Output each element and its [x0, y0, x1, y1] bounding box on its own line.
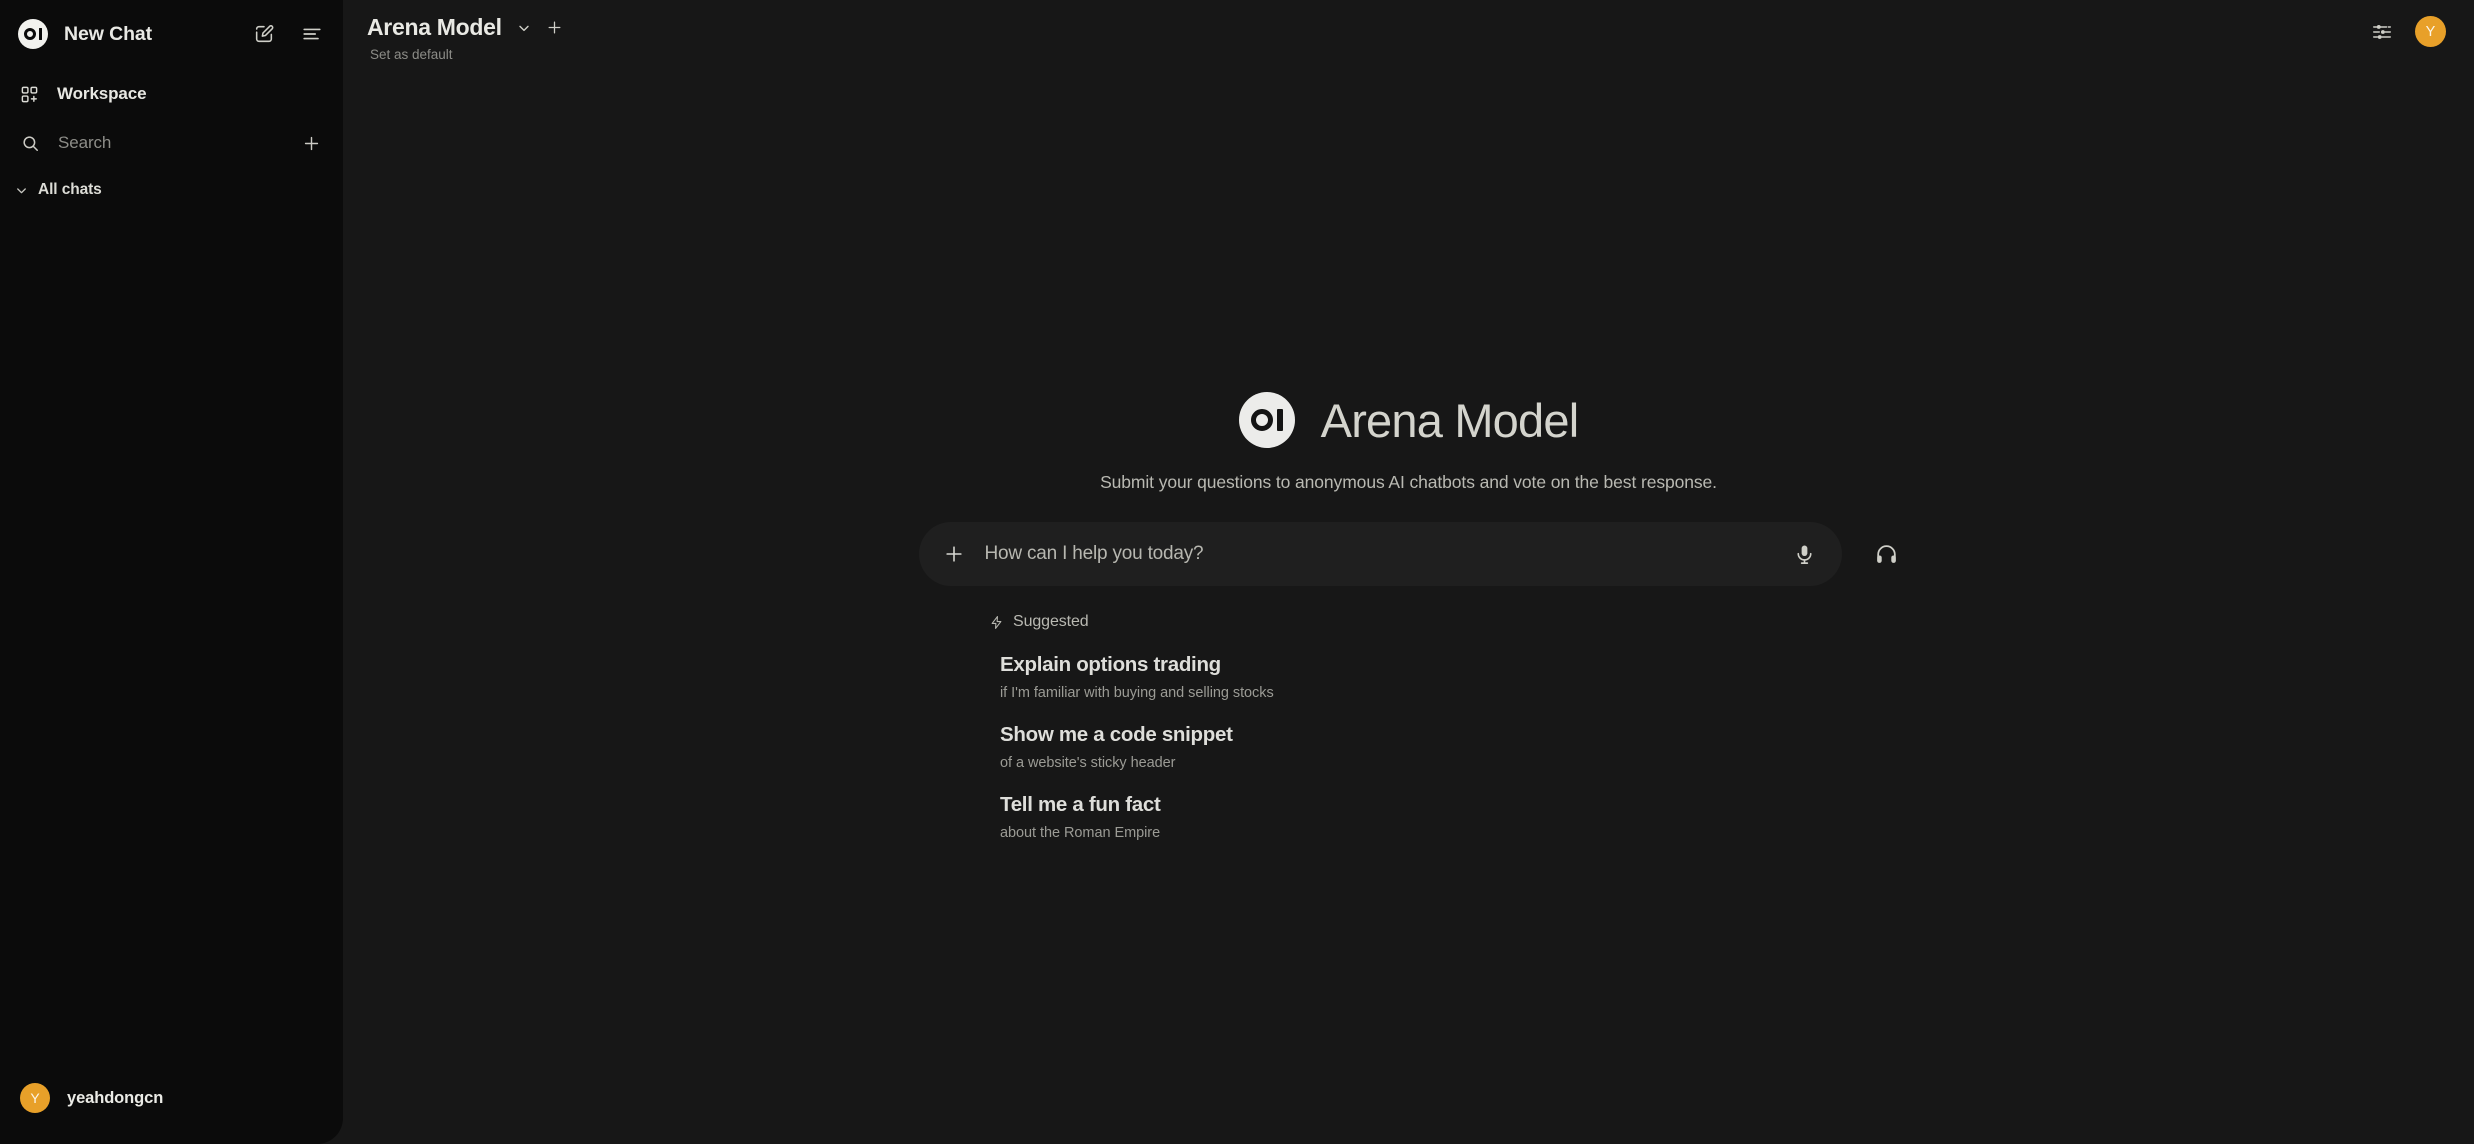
panel-lines-icon[interactable] [301, 23, 323, 45]
suggestion-item[interactable]: Explain options trading if I'm familiar … [989, 653, 1870, 701]
composer-row [918, 522, 1899, 586]
sidebar-header: New Chat [0, 0, 343, 68]
openwebui-logo-icon [18, 19, 48, 49]
sidebar-user-name: yeahdongcn [67, 1088, 164, 1107]
new-chat-plus-icon[interactable] [302, 134, 321, 153]
microphone-icon[interactable] [1793, 543, 1816, 566]
suggestion-title: Tell me a fun fact [1000, 793, 1161, 816]
suggestion-title: Explain options trading [1000, 653, 1221, 676]
suggestion-desc: if I'm familiar with buying and selling … [1000, 685, 1274, 701]
sidebar-item-workspace-label: Workspace [57, 84, 147, 103]
sidebar-search-row[interactable] [0, 120, 343, 166]
welcome-panel: Arena Model Submit your questions to ano… [343, 0, 2474, 1144]
suggestion-item[interactable]: Tell me a fun fact about the Roman Empir… [989, 793, 1870, 841]
hero-title: Arena Model [1320, 393, 1579, 447]
pencil-square-icon[interactable] [253, 23, 275, 45]
sidebar-user[interactable]: Y yeahdongcn [0, 1066, 343, 1130]
message-input[interactable] [984, 543, 1779, 565]
attach-plus-icon[interactable] [943, 543, 965, 565]
suggested-section: Suggested Explain options trading if I'm… [947, 613, 1870, 841]
new-chat-title: New Chat [64, 22, 153, 45]
suggestion-desc: about the Roman Empire [1000, 825, 1161, 841]
avatar: Y [20, 1083, 50, 1113]
suggested-label: Suggested [1013, 613, 1089, 630]
sidebar-header-actions [253, 23, 323, 45]
suggestion-title: Show me a code snippet [1000, 723, 1233, 746]
chevron-down-icon [14, 183, 29, 198]
suggestion-desc: of a website's sticky header [1000, 755, 1176, 771]
sidebar: New Chat Workspace Search All chats Y ye… [0, 0, 343, 1144]
headphones-icon[interactable] [1874, 542, 1899, 567]
lightning-bolt-icon [989, 615, 1004, 630]
sidebar-all-chats-label: All chats [38, 181, 102, 198]
openwebui-logo-icon [1238, 392, 1295, 448]
message-composer[interactable] [918, 522, 1842, 586]
sidebar-item-workspace[interactable]: Workspace [0, 74, 343, 114]
main-area: Arena Model Set as default Y Arena Model… [343, 0, 2474, 1144]
search-icon [21, 134, 40, 153]
search-input[interactable] [58, 133, 302, 153]
hero-heading: Arena Model [1238, 392, 1579, 448]
sidebar-all-chats[interactable]: All chats [0, 172, 343, 208]
suggestion-item[interactable]: Show me a code snippet of a website's st… [989, 723, 1870, 771]
chat-list [0, 208, 343, 1066]
hero-subtitle: Submit your questions to anonymous AI ch… [1100, 472, 1717, 492]
suggested-header: Suggested [989, 613, 1870, 631]
grid-plus-icon [20, 85, 39, 104]
